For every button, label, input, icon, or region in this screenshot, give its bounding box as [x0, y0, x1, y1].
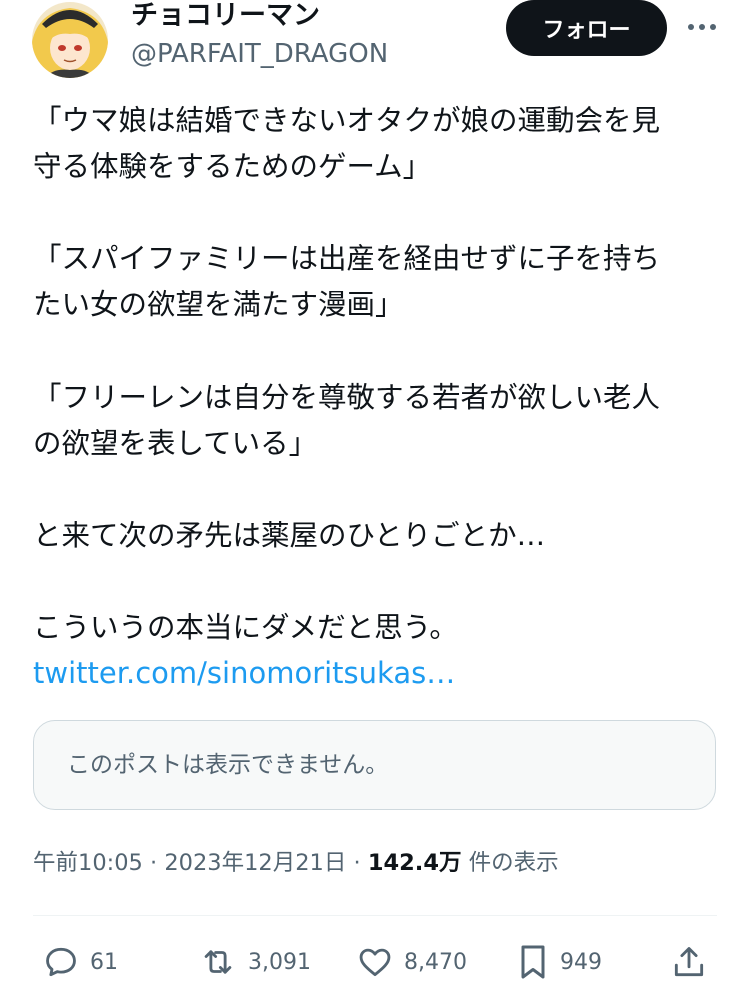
handle[interactable]: @PARFAIT_DRAGON [131, 38, 388, 70]
reply-count: 61 [90, 949, 118, 975]
tweet-text-line: の欲望を表している」 [33, 427, 318, 460]
more-icon [688, 24, 716, 30]
follow-button[interactable]: フォロー [506, 0, 667, 56]
meta-separator: · [150, 850, 158, 876]
tweet-link[interactable]: twitter.com/sinomoritsukas… [33, 650, 455, 696]
share-button[interactable] [670, 940, 708, 984]
tweet-text-line: 「スパイファミリーは出産を経由せずに子を持ち [33, 242, 661, 275]
repost-count: 3,091 [248, 949, 311, 975]
reply-icon [46, 947, 76, 977]
tweet-text-line: 守る体験をするためのゲーム」 [33, 150, 432, 183]
like-button[interactable]: 8,470 [356, 940, 467, 984]
reply-button[interactable]: 61 [42, 940, 118, 984]
tweet-header: チョコリーマン @PARFAIT_DRAGON フォロー [0, 0, 750, 80]
divider [33, 915, 717, 916]
bookmark-icon [521, 945, 545, 979]
bookmark-button[interactable]: 949 [516, 940, 602, 984]
tweet-text-line: こういうの本当にダメだと思う。 [33, 611, 458, 644]
meta-separator: · [353, 850, 361, 876]
views-count[interactable]: 142.4万 [368, 850, 462, 876]
tweet-date[interactable]: 2023年12月21日 [164, 850, 346, 876]
avatar-icon [32, 2, 108, 78]
tweet-text-line: 「フリーレンは自分を尊敬する若者が欲しい老人 [33, 381, 661, 414]
bookmark-count: 949 [560, 949, 602, 975]
tweet-meta: 午前10:05 · 2023年12月21日 · 142.4万 件の表示 [33, 846, 559, 880]
tweet-text-line: たい女の欲望を満たす漫画」 [33, 288, 404, 321]
repost-icon [204, 950, 232, 974]
like-count: 8,470 [404, 949, 467, 975]
views-label: 件の表示 [468, 850, 559, 876]
more-button[interactable] [684, 12, 720, 42]
display-name[interactable]: チョコリーマン [131, 0, 320, 32]
tweet-text-line: 「ウマ娘は結婚できないオタクが娘の運動会を見 [33, 104, 661, 137]
tweet-text-line: と来て次の矛先は薬屋のひとりごとか… [33, 519, 546, 552]
quoted-post-unavailable: このポストは表示できません。 [33, 720, 716, 810]
heart-icon [359, 948, 391, 977]
avatar[interactable] [32, 2, 108, 78]
share-icon [674, 947, 704, 977]
tweet-time[interactable]: 午前10:05 [33, 850, 143, 876]
unavailable-notice: このポストは表示できません。 [67, 752, 389, 778]
repost-button[interactable]: 3,091 [198, 940, 311, 984]
